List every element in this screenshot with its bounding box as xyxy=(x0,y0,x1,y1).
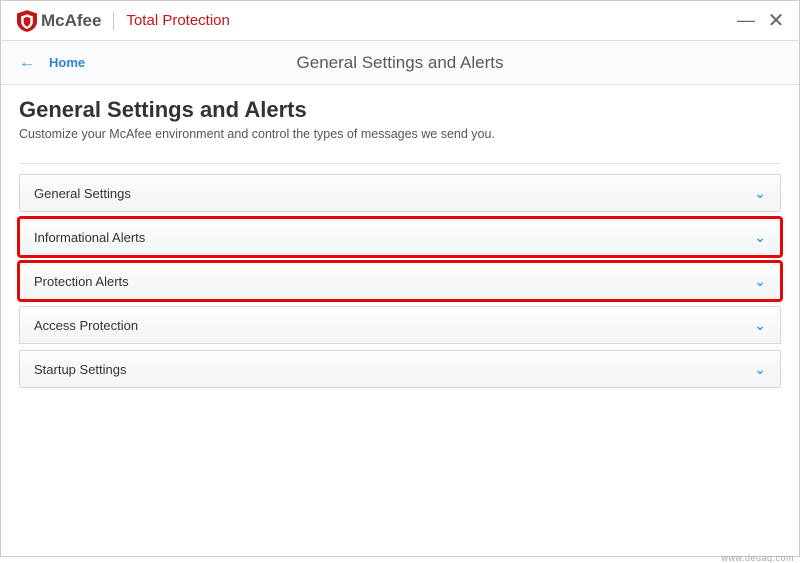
page-title: General Settings and Alerts xyxy=(19,97,781,123)
divider xyxy=(113,12,114,30)
product-name: Total Protection xyxy=(126,12,229,29)
brand-name: McAfee xyxy=(41,11,101,31)
row-access-protection[interactable]: Access Protection ⌄ xyxy=(19,306,781,344)
shield-icon xyxy=(17,10,37,32)
chevron-down-icon: ⌄ xyxy=(754,229,766,246)
row-startup-settings[interactable]: Startup Settings ⌄ xyxy=(19,350,781,388)
row-label: Startup Settings xyxy=(34,362,127,377)
navbar: ← Home General Settings and Alerts xyxy=(1,41,799,85)
back-arrow-icon[interactable]: ← xyxy=(19,54,35,72)
close-button[interactable]: ✕ xyxy=(761,6,791,36)
chevron-down-icon: ⌄ xyxy=(754,317,766,334)
row-informational-alerts[interactable]: Informational Alerts ⌄ xyxy=(19,218,781,256)
row-label: Access Protection xyxy=(34,318,138,333)
nav-title: General Settings and Alerts xyxy=(1,53,799,73)
divider xyxy=(19,163,781,164)
row-protection-alerts[interactable]: Protection Alerts ⌄ xyxy=(19,262,781,300)
chevron-down-icon: ⌄ xyxy=(754,185,766,202)
chevron-down-icon: ⌄ xyxy=(754,273,766,290)
brand-logo: McAfee xyxy=(17,10,101,32)
titlebar: McAfee Total Protection — ✕ xyxy=(1,1,799,41)
row-label: Informational Alerts xyxy=(34,230,145,245)
minimize-button[interactable]: — xyxy=(731,6,761,36)
chevron-down-icon: ⌄ xyxy=(754,361,766,378)
home-link[interactable]: Home xyxy=(49,55,85,70)
content-area: General Settings and Alerts Customize yo… xyxy=(1,85,799,388)
row-label: General Settings xyxy=(34,186,131,201)
row-general-settings[interactable]: General Settings ⌄ xyxy=(19,174,781,212)
page-subtitle: Customize your McAfee environment and co… xyxy=(19,127,781,141)
row-label: Protection Alerts xyxy=(34,274,129,289)
